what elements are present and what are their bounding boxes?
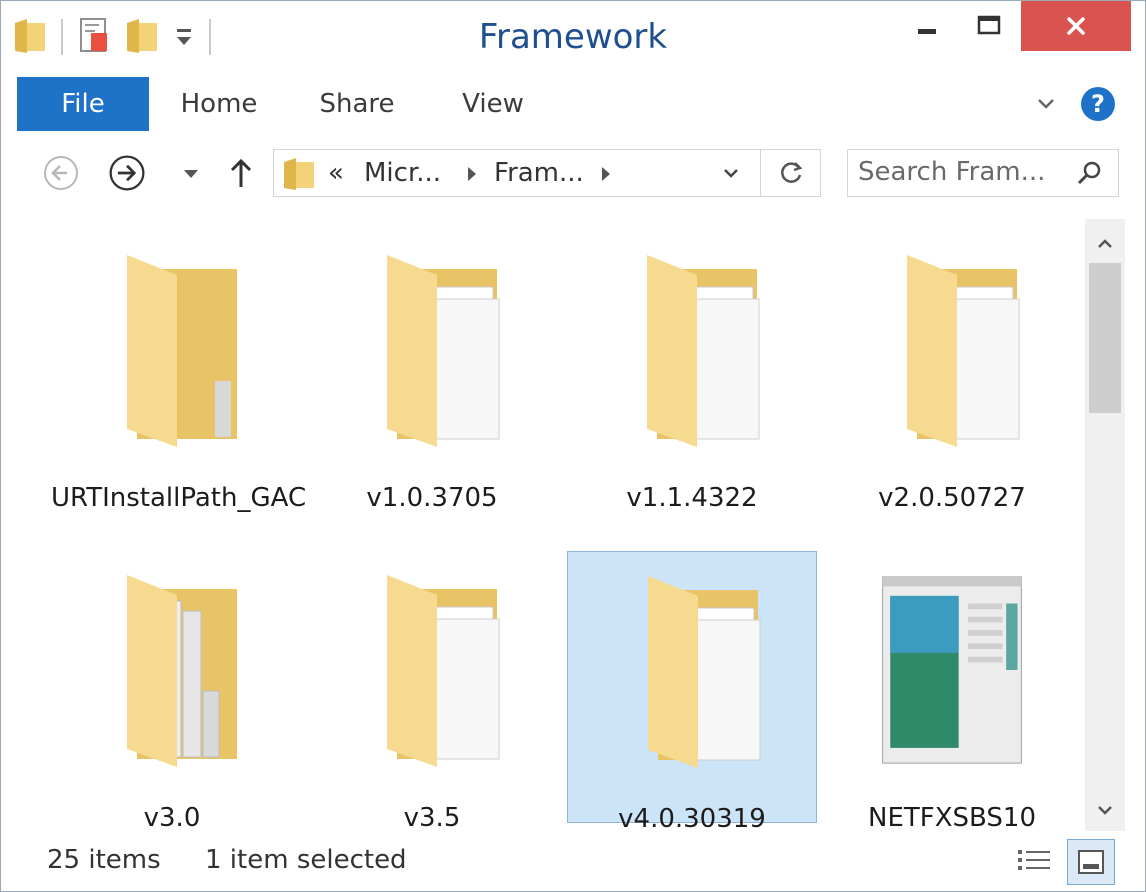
tab-share[interactable]: Share (309, 77, 405, 131)
close-icon (1067, 17, 1085, 35)
refresh-button[interactable] (760, 150, 823, 196)
item-label: URTInstallPath_GAC (51, 483, 307, 513)
item-label: v3.5 (403, 803, 461, 833)
navigation-bar: « Micr... Fram... (1, 131, 1145, 219)
explorer-window: Framework File Home Share View ? « Micr.… (0, 0, 1146, 892)
folder-item[interactable]: v3.0 (47, 551, 297, 833)
large-icons-view-button[interactable] (1067, 839, 1115, 885)
forward-button[interactable] (107, 153, 147, 193)
search-box[interactable] (847, 149, 1119, 197)
minimize-icon (918, 29, 936, 34)
chevron-down-icon (1098, 806, 1112, 815)
item-count: 25 items (47, 845, 161, 875)
file-item[interactable]: NETFXSBS10 (827, 551, 1077, 833)
up-arrow-icon (230, 158, 252, 187)
back-arrow-icon (44, 156, 78, 190)
item-label: NETFXSBS10 (868, 803, 1036, 833)
back-button[interactable] (41, 153, 81, 193)
close-button[interactable] (1021, 1, 1131, 51)
search-icon[interactable] (1074, 158, 1104, 192)
scroll-up-button[interactable] (1085, 229, 1125, 259)
details-view-icon (1018, 850, 1050, 870)
item-label: v2.0.50727 (878, 483, 1026, 513)
breadcrumb-separator-icon[interactable] (602, 167, 610, 181)
folder-with-documents-icon (907, 255, 1020, 447)
item-label: v1.1.4322 (626, 483, 758, 513)
tab-file[interactable]: File (17, 77, 149, 131)
breadcrumb-overflow[interactable]: « (328, 158, 344, 188)
folder-item[interactable]: v1.1.4322 (567, 231, 817, 513)
recent-locations-button[interactable] (171, 153, 211, 193)
large-icons-view-icon (1078, 850, 1104, 874)
selection-count: 1 item selected (205, 845, 407, 875)
scroll-thumb[interactable] (1089, 263, 1121, 413)
maximize-button[interactable] (959, 1, 1019, 51)
file-view: URTInstallPath_GAC v1.0.3705 v1.1.4322 v… (1, 219, 1085, 834)
status-bar: 25 items 1 item selected (1, 831, 1145, 891)
title-bar: Framework (1, 1, 1145, 77)
folder-with-documents-icon (387, 575, 500, 767)
breadcrumb-item[interactable]: Fram... (494, 158, 584, 188)
breadcrumb-item[interactable]: Micr... (364, 158, 441, 188)
refresh-icon (781, 162, 803, 183)
forward-arrow-icon (109, 155, 145, 191)
minimize-button[interactable] (897, 1, 957, 51)
folder-with-documents-icon (648, 576, 761, 768)
folder-item[interactable]: v1.0.3705 (307, 231, 557, 513)
application-window-icon (882, 576, 1022, 764)
tab-view[interactable]: View (445, 77, 541, 131)
folder-with-documents-icon (387, 255, 500, 447)
address-bar[interactable]: « Micr... Fram... (273, 149, 821, 197)
help-button[interactable]: ? (1081, 87, 1115, 121)
item-label: v3.0 (143, 803, 201, 833)
folder-icon (127, 255, 237, 447)
chevron-up-icon (1098, 239, 1112, 248)
ribbon: File Home Share View ? (1, 77, 1145, 132)
caret-down-icon (184, 170, 198, 178)
search-input[interactable] (858, 154, 1058, 190)
details-view-button[interactable] (1013, 841, 1055, 883)
tab-home[interactable]: Home (171, 77, 267, 131)
item-label: v1.0.3705 (366, 483, 498, 513)
expand-ribbon-button[interactable] (1031, 89, 1061, 119)
maximize-icon (977, 15, 1001, 35)
scroll-down-button[interactable] (1085, 795, 1125, 825)
address-dropdown-button[interactable] (720, 162, 742, 188)
folder-with-documents-icon (647, 255, 760, 447)
vertical-scrollbar[interactable] (1085, 219, 1125, 831)
folder-item[interactable]: v2.0.50727 (827, 231, 1077, 513)
breadcrumb-separator-icon[interactable] (468, 167, 476, 181)
folder-icon (282, 156, 316, 196)
chevron-down-icon (1038, 99, 1054, 109)
up-button[interactable] (221, 153, 261, 193)
folder-with-files-icon (127, 575, 237, 767)
folder-item[interactable]: URTInstallPath_GAC (47, 231, 306, 513)
folder-item-selected[interactable]: v4.0.30319 (567, 551, 817, 834)
chevron-down-icon (724, 169, 738, 178)
folder-item[interactable]: v3.5 (307, 551, 557, 833)
